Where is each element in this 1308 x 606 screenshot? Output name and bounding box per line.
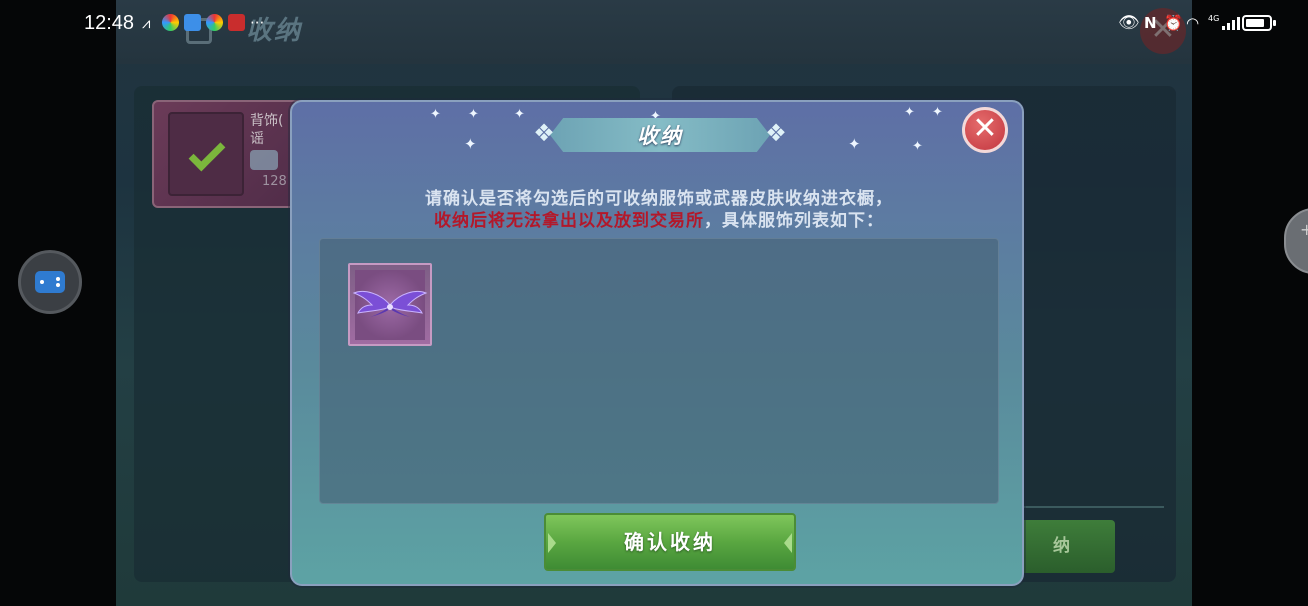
game-assistant-button[interactable] (18, 250, 82, 314)
wifi-icon: ◠ (1186, 14, 1200, 32)
more-notifications-icon: ··· (250, 14, 265, 32)
shirt-icon (250, 150, 278, 170)
app-notification-icon (162, 14, 179, 31)
dialog-title: 收纳 (637, 124, 683, 148)
gamepad-dot (40, 280, 44, 284)
sparkle-icon: ✦ (932, 105, 943, 120)
confirm-store-button[interactable]: 确认收纳 (544, 513, 796, 571)
sparkle-icon: ✦ (468, 107, 479, 122)
sparkle-icon: ✦ (904, 105, 915, 120)
stored-items-list (319, 238, 999, 504)
gamepad-dot (56, 283, 60, 287)
sparkle-icon: ✦ (514, 107, 525, 122)
sparkle-icon: ✦ (848, 135, 861, 153)
cloud-notification-icon (184, 14, 201, 31)
signal-icon (1227, 23, 1230, 30)
signal-icon (1232, 20, 1235, 30)
eye-icon: 👁 (1118, 13, 1140, 33)
plus-icon: + (1300, 220, 1308, 239)
game-notification-icon (228, 14, 245, 31)
item-name-line2: 谣 (250, 131, 264, 147)
close-icon: ✕ (972, 111, 998, 146)
list-intro-text: ，具体服饰列表如下： (704, 211, 884, 231)
sparkle-icon: ✦ (464, 135, 477, 153)
sparkle-icon: ✦ (430, 107, 441, 122)
sparkle-icon: ✦ (912, 139, 923, 154)
alarm-icon: ⏰ (1164, 14, 1183, 32)
gamepad-dot (56, 277, 60, 281)
item-name-line1: 背饰( (250, 113, 284, 129)
network-type: 4G (1208, 14, 1220, 23)
letterbox-right (1192, 0, 1308, 606)
checkmark-icon (188, 134, 226, 172)
background-item-name: 背饰( 谣 (250, 112, 283, 148)
background-store-button[interactable]: 纳 (1008, 520, 1115, 573)
app-notification-icon (206, 14, 223, 31)
battery-level (1246, 19, 1264, 27)
purple-wings-icon (352, 291, 428, 317)
notification-icon: ⩘ (142, 14, 151, 32)
signal-icon (1222, 26, 1225, 30)
signal-icon (1237, 17, 1240, 30)
nfc-icon: N (1144, 14, 1157, 32)
status-bar: 12:48 ⩘ ··· 👁 N ⏰ ◠ 4G (0, 0, 1308, 46)
background-item-card[interactable]: 背饰( 谣 128 (152, 100, 312, 208)
item-slot[interactable] (348, 263, 432, 346)
warning-text: 收纳后将无法拿出以及放到交易所 (434, 211, 704, 231)
item-number: 128 (262, 174, 287, 189)
battery-tip (1273, 20, 1276, 26)
warning-message-line: 收纳后将无法拿出以及放到交易所，具体服饰列表如下： (292, 206, 1026, 231)
gamepad-icon (35, 271, 65, 293)
battery-icon (1242, 15, 1272, 31)
close-button[interactable]: ✕ (962, 107, 1008, 153)
confirm-storage-dialog: ✦ ✦ ✦ ✦ ✦ ✦ ✦ ✦ ✦ ✦ ✦ ❖ ❖ 收纳 ✕ 请确认是否将勾选后… (290, 100, 1024, 586)
status-time: 12:48 (84, 12, 135, 34)
item-frame (168, 112, 244, 196)
